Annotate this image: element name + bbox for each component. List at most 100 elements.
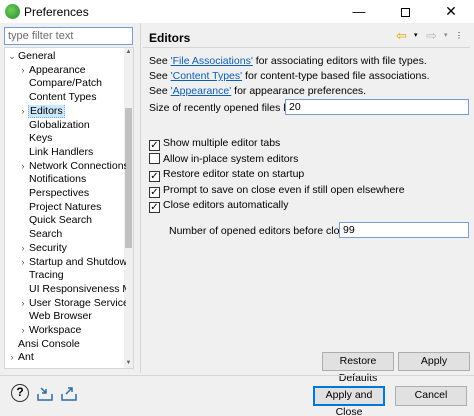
checkbox-option[interactable]: ✓ Restore editor state on startup: [149, 167, 305, 182]
tree-item[interactable]: › User Storage Service: [5, 296, 127, 311]
recent-files-input[interactable]: [285, 99, 469, 115]
recent-files-label: Size of recently opened files list:: [149, 102, 299, 114]
export-icon: [61, 387, 77, 401]
back-history-dropdown-icon[interactable]: ▾: [414, 29, 422, 43]
tree-item-label: Security: [29, 241, 67, 254]
tree-item-label: Web Browser: [29, 310, 92, 323]
opened-editors-input[interactable]: [339, 222, 469, 238]
tree-item[interactable]: Link Handlers: [5, 146, 126, 160]
maximize-icon: [400, 8, 410, 18]
tree-item[interactable]: ⌄ General: [5, 50, 126, 64]
checkbox-option[interactable]: ✓ Show multiple editor tabs: [149, 136, 281, 151]
tree-item[interactable]: UI Responsiveness Monitoring: [5, 283, 126, 297]
tree-item-label: Globalization: [29, 118, 90, 131]
info-text: See: [149, 70, 171, 82]
chevron-right-icon[interactable]: ›: [18, 64, 28, 78]
chevron-right-icon[interactable]: ›: [18, 105, 28, 119]
minimize-button[interactable]: —: [336, 0, 382, 23]
appearance-info: See 'Appearance' for appearance preferen…: [149, 85, 366, 97]
info-text: See: [149, 85, 171, 97]
help-icon[interactable]: ?: [11, 384, 29, 402]
tree-item[interactable]: Web Browser: [5, 310, 126, 324]
file-associations-link[interactable]: 'File Associations': [171, 55, 253, 67]
chevron-right-icon[interactable]: ›: [7, 351, 17, 365]
tree-item[interactable]: › Editors: [5, 104, 126, 119]
checkbox-option[interactable]: Allow in-place system editors: [149, 152, 298, 166]
tree-item[interactable]: › Appearance: [5, 64, 126, 78]
preference-navigation: ▲ ▼ ⌄General›AppearanceCompare/PatchCont…: [4, 25, 138, 371]
tree-item-label: User Storage Service: [29, 296, 126, 309]
checkbox-checked[interactable]: ✓: [149, 171, 160, 182]
tree-item-label: General: [18, 50, 56, 62]
tree-item-label: Perspectives: [29, 187, 90, 199]
tree-item[interactable]: Ansi Console: [5, 338, 126, 352]
chevron-right-icon[interactable]: ›: [18, 242, 28, 256]
preference-page: Editors ⇦ ▾ ⇨ ▾ ⋮ See 'File Associations…: [143, 25, 470, 384]
title-bar: Preferences — ✕: [0, 0, 474, 23]
checkbox-checked[interactable]: ✓: [149, 140, 160, 151]
tree-item-label: Ant: [18, 351, 34, 364]
tree-item-label: Compare/Patch: [29, 77, 102, 90]
tree-item[interactable]: › Workspace: [5, 324, 126, 338]
tree-item[interactable]: › Ant: [5, 351, 126, 365]
tree-item-label: Appearance: [29, 63, 86, 76]
import-preferences-icon[interactable]: [36, 384, 54, 402]
appearance-link[interactable]: 'Appearance': [171, 85, 232, 97]
chevron-down-icon[interactable]: ⌄: [7, 50, 17, 64]
tree-item-label: Notifications: [29, 173, 87, 186]
view-menu-icon[interactable]: ⋮: [455, 29, 467, 43]
tree-item[interactable]: Search: [5, 228, 126, 242]
tree-item-label: Tracing: [29, 269, 64, 282]
info-text: for appearance preferences.: [231, 85, 367, 97]
apply-button[interactable]: Apply: [398, 352, 470, 371]
tree-item[interactable]: Notifications: [5, 173, 126, 187]
tree-item-label: Keys: [29, 132, 53, 145]
forward-arrow-icon[interactable]: ⇨: [426, 29, 444, 43]
eclipse-app-icon: [5, 4, 20, 19]
content-types-link[interactable]: 'Content Types': [171, 70, 243, 82]
tree-item[interactable]: Compare/Patch: [5, 77, 126, 91]
checkbox-checked[interactable]: ✓: [149, 202, 160, 213]
checkbox-label: Allow in-place system editors: [163, 152, 299, 165]
checkbox-checked[interactable]: ✓: [149, 186, 160, 198]
apply-and-close-button[interactable]: Apply and Close: [313, 386, 385, 416]
checkbox-label: Show multiple editor tabs: [163, 137, 281, 149]
maximize-button[interactable]: [382, 0, 428, 23]
tree-item[interactable]: Content Types: [5, 91, 126, 105]
restore-defaults-button[interactable]: Restore Defaults: [322, 352, 394, 384]
content-types-info: See 'Content Types' for content-type bas…: [149, 70, 430, 82]
tree-item-label: Link Handlers: [29, 145, 94, 158]
tree-item-label: Search: [29, 228, 63, 241]
tree-item[interactable]: Keys: [5, 132, 126, 146]
tree-item[interactable]: Project Natures: [5, 201, 126, 215]
tree-item[interactable]: Globalization: [5, 119, 126, 133]
tree-item[interactable]: › Startup and Shutdown: [5, 256, 127, 270]
tree-item[interactable]: Perspectives: [5, 187, 126, 201]
tree-item-label: Network Connections: [29, 159, 126, 172]
checkbox-unchecked[interactable]: [149, 152, 160, 164]
chevron-right-icon[interactable]: ›: [18, 256, 28, 270]
file-associations-info: See 'File Associations' for associating …: [149, 55, 427, 67]
checkbox-label: Restore editor state on startup: [163, 168, 305, 180]
pane-divider[interactable]: [140, 23, 141, 373]
tree-item[interactable]: › Security: [5, 242, 126, 256]
tree-item[interactable]: Tracing: [5, 269, 126, 283]
info-text: for content-type based file associations…: [242, 70, 430, 82]
chevron-right-icon[interactable]: ›: [18, 324, 28, 338]
export-preferences-icon[interactable]: [60, 384, 78, 402]
chevron-right-icon[interactable]: ›: [18, 297, 28, 311]
cancel-button[interactable]: Cancel: [395, 386, 467, 406]
forward-history-dropdown-icon[interactable]: ▾: [444, 29, 452, 43]
scrollbar-thumb[interactable]: [125, 108, 132, 248]
tree-item[interactable]: › Network Connections: [5, 159, 127, 174]
close-button[interactable]: ✕: [428, 0, 474, 23]
checkbox-label: Prompt to save on close even if still op…: [163, 183, 405, 196]
chevron-right-icon[interactable]: ›: [18, 160, 28, 174]
tree-item-label: Project Natures: [29, 200, 102, 213]
back-arrow-icon[interactable]: ⇦: [396, 29, 414, 43]
checkbox-option[interactable]: ✓ Close editors automatically: [149, 198, 288, 213]
checkbox-option[interactable]: ✓ Prompt to save on close even if still o…: [149, 183, 405, 198]
tree-item[interactable]: Quick Search: [5, 214, 126, 228]
title-separator: [143, 47, 470, 48]
filter-input[interactable]: [4, 27, 133, 45]
